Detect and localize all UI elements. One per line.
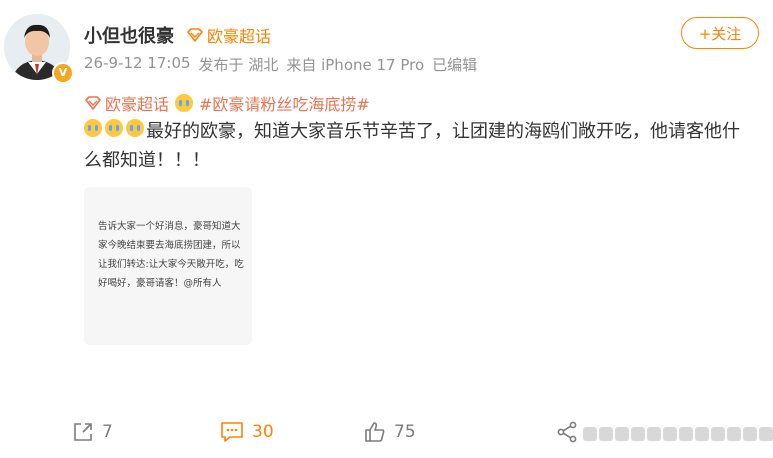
supertopic-badge[interactable]: 欧豪超话 (186, 23, 271, 47)
like-icon (365, 422, 385, 442)
share-button[interactable]: 7 (72, 421, 113, 443)
comment-button[interactable]: 30 (220, 421, 274, 443)
crying-emoji-icon (84, 119, 102, 137)
post-body-text: 最好的欧豪，知道大家音乐节辛苦了，让团建的海鸥们敞开吃，他请客他什么都知道！！！ (84, 121, 740, 171)
comment-count: 30 (252, 422, 274, 442)
post-location: 发布于 湖北 (198, 56, 279, 74)
post-image[interactable]: 告诉大家一个好消息，豪哥知道大家今晚结束要去海底捞团建，所以让我们转达:让大家今… (84, 187, 252, 345)
verified-badge-icon: V (52, 62, 74, 84)
blurred-watermark (583, 421, 773, 447)
crying-emoji-icon (105, 119, 123, 137)
crying-emoji-icon (126, 119, 144, 137)
supertopic-diamond-icon (85, 96, 101, 110)
repost-icon (557, 421, 577, 443)
supertopic-link-label: 欧豪超话 (105, 95, 170, 114)
share-count: 7 (102, 422, 113, 442)
post-tags: 欧豪超话 #欧豪请粉丝吃海底捞# (84, 91, 370, 115)
like-button[interactable]: 75 (364, 421, 416, 443)
post-meta: 26-9-12 17:05 发布于 湖北 来自 iPhone 17 Pro 已编… (84, 54, 477, 75)
repost-button[interactable] (556, 421, 578, 443)
post-body: 最好的欧豪，知道大家音乐节辛苦了，让团建的海鸥们敞开吃，他请客他什么都知道！！！ (84, 117, 754, 175)
supertopic-badge-label: 欧豪超话 (207, 27, 272, 46)
follow-button[interactable]: +关注 (681, 17, 759, 49)
like-count: 75 (394, 422, 416, 442)
share-icon (74, 423, 92, 441)
post-device: 来自 iPhone 17 Pro (286, 56, 425, 74)
comment-icon (221, 422, 243, 442)
emoji-group (84, 119, 144, 137)
crying-emoji-icon (175, 94, 194, 112)
username[interactable]: 小但也很豪 (84, 22, 174, 48)
action-bar: 7 30 75 (0, 421, 773, 449)
post-timestamp[interactable]: 26-9-12 17:05 (84, 54, 191, 75)
hashtag-link[interactable]: #欧豪请粉丝吃海底捞# (199, 91, 370, 115)
edited-label[interactable]: 已编辑 (432, 54, 477, 75)
supertopic-diamond-icon (187, 28, 203, 42)
post-image-text: 告诉大家一个好消息，豪哥知道大家今晚结束要去海底捞团建，所以让我们转达:让大家今… (98, 221, 244, 289)
supertopic-link[interactable]: 欧豪超话 (84, 91, 169, 115)
